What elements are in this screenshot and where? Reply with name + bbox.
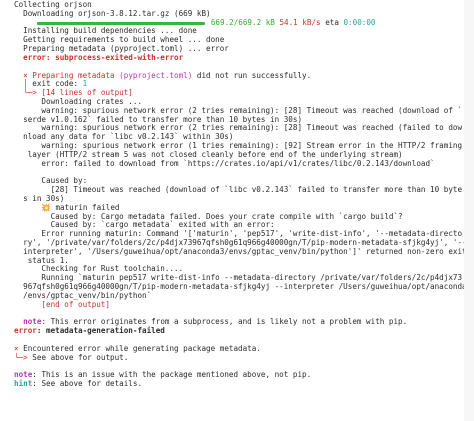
terminal-line: [end of output] xyxy=(14,299,470,310)
download-progress-bar xyxy=(36,21,205,25)
output-text: error xyxy=(14,326,37,336)
output-text: 967qfsh0g61q966g40000gn/T/pip-modern-met… xyxy=(14,282,472,291)
output-text: Caused by: xyxy=(14,176,88,186)
output-text: error: subprocess-exited-with-error xyxy=(14,52,184,62)
output-text: Downloading orjson-3.8.12.tar.gz (669 kB… xyxy=(14,8,211,18)
output-text: │ xyxy=(14,79,33,89)
terminal-output[interactable]: Collecting orjson Downloading orjson-3.8… xyxy=(0,0,474,421)
output-text: s in 30s) xyxy=(14,193,65,203)
output-text: nload any data for `libc v0.2.143` withi… xyxy=(14,132,234,142)
output-text: ╰─> xyxy=(14,88,42,98)
output-text: hint xyxy=(14,378,33,388)
terminal-scrollbar[interactable] xyxy=(464,0,474,421)
output-text: Checking for Rust toolchain.... xyxy=(14,264,184,274)
terminal-line: error: failed to download from `https://… xyxy=(14,158,470,169)
output-text: Installing build dependencies ... done xyxy=(14,26,197,36)
output-text: Encountered error while generating packa… xyxy=(23,343,261,353)
terminal-line: error: metadata-generation-failed xyxy=(14,326,470,336)
output-text: warning: spurious network error (2 tries… xyxy=(14,123,463,133)
terminal-line: ╰─> See above for output. xyxy=(14,352,470,363)
output-text: 1 xyxy=(82,79,88,89)
output-text: Caused by: Cargo metadata failed. Does y… xyxy=(14,211,403,221)
output-text: status 1. xyxy=(14,255,69,265)
terminal-line: interpreter', '/Users/guweihua/opt/anaco… xyxy=(14,246,470,257)
output-text: layer (HTTP/2 stream 5 was not closed cl… xyxy=(14,149,403,159)
output-text: did not run successfully. xyxy=(192,70,312,80)
output-text: /envs/gptac_venv/bin/python` xyxy=(14,290,152,300)
output-text: serde v1.0.162` failed to transfer more … xyxy=(14,114,303,124)
output-text: [end of output] xyxy=(14,299,111,309)
output-text: See above for output. xyxy=(32,352,129,362)
output-text: warning: spurious network error (1 tries… xyxy=(14,141,463,150)
terminal-line: error: subprocess-exited-with-error xyxy=(14,52,470,63)
eta-label: eta xyxy=(325,17,339,27)
output-text: interpreter', '/Users/guweihua/opt/anaco… xyxy=(14,246,467,256)
output-text: error: failed to download from `https://… xyxy=(14,158,435,168)
output-text: Getting requirements to build wheel ... … xyxy=(14,35,225,45)
output-text: : xyxy=(36,326,47,336)
output-text: : See above for details. xyxy=(32,378,143,388)
output-text: [28] Timeout was reached (download of `l… xyxy=(14,185,463,195)
output-text: 💥 maturin failed xyxy=(14,202,120,212)
output-text: ╰─> xyxy=(14,352,33,362)
output-text: metadata-generation-failed xyxy=(46,326,165,336)
output-text: Error running maturin: Command '['maturi… xyxy=(14,229,463,239)
output-text: × xyxy=(14,343,24,353)
output-text: Downloading crates ... xyxy=(14,96,143,106)
output-text: note xyxy=(23,317,42,327)
output-text: note xyxy=(14,370,33,380)
output-text: [14 lines of output] xyxy=(41,88,133,98)
output-text: exit code: xyxy=(32,79,83,89)
eta-value: 0:00:00 xyxy=(343,17,376,27)
terminal-lines: Collecting orjson Downloading orjson-3.8… xyxy=(14,0,472,389)
output-text: : This error originates from a subproces… xyxy=(41,317,408,327)
download-size: 669.2/669.2 kB xyxy=(210,17,275,27)
output-text: Running `maturin pep517 write-dist-info … xyxy=(14,273,463,283)
output-text: warning: spurious network error (2 tries… xyxy=(14,105,463,115)
output-text: Collecting orjson xyxy=(14,0,92,9)
output-text: : This is an issue with the package ment… xyxy=(32,370,312,380)
output-text: Caused by: `cargo metadata` exited with … xyxy=(14,220,275,230)
download-speed: 54.1 kB/s xyxy=(279,17,321,27)
terminal-line: [28] Timeout was reached (download of `l… xyxy=(14,185,470,195)
output-text: ry', '/private/var/folders/2c/p4djx73967… xyxy=(14,237,467,247)
terminal-line: hint: See above for details. xyxy=(14,378,470,389)
output-text: Preparing metadata (pyproject.toml) ... … xyxy=(14,44,229,54)
output-text: (pyproject.toml) xyxy=(119,70,193,80)
